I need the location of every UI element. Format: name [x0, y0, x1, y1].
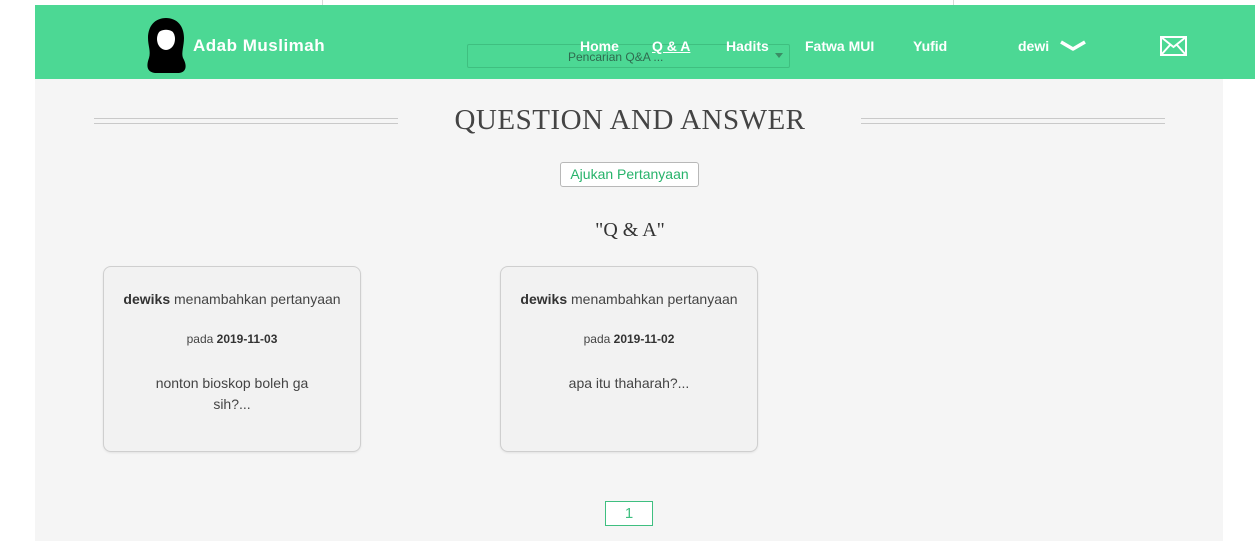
- user-menu[interactable]: dewi: [1018, 38, 1049, 54]
- card-date-prefix: pada: [583, 332, 611, 346]
- question-card[interactable]: dewiks menambahkan pertanyaan pada 2019-…: [500, 266, 758, 452]
- nav-yufid[interactable]: Yufid: [913, 38, 947, 54]
- chevron-down-icon[interactable]: [1060, 40, 1086, 52]
- card-question-text: nonton bioskop boleh ga sih?...: [155, 375, 309, 412]
- section-title: "Q & A": [595, 219, 665, 241]
- hijab-woman-icon[interactable]: [143, 16, 189, 74]
- card-question-text: apa itu thaharah?...: [568, 375, 690, 391]
- card-author: dewiks: [123, 291, 171, 307]
- envelope-icon[interactable]: [1160, 36, 1187, 56]
- page-title: QUESTION AND ANSWER: [454, 104, 806, 136]
- nav-qa[interactable]: Q & A: [652, 38, 690, 54]
- dropdown-caret-icon[interactable]: [775, 53, 783, 58]
- card-date: 2019-11-02: [613, 332, 675, 346]
- nav-home[interactable]: Home: [580, 38, 619, 54]
- card-date: 2019-11-03: [216, 332, 278, 346]
- heading-rule-right: [861, 118, 1165, 124]
- question-card[interactable]: dewiks menambahkan pertanyaan pada 2019-…: [103, 266, 361, 452]
- heading-rule-left: [94, 118, 398, 124]
- card-date-prefix: pada: [186, 332, 214, 346]
- ask-question-button[interactable]: Ajukan Pertanyaan: [560, 162, 699, 187]
- card-date-line: pada 2019-11-02: [501, 332, 757, 346]
- nav-hadits[interactable]: Hadits: [726, 38, 769, 54]
- card-author-line: dewiks menambahkan pertanyaan: [104, 291, 360, 307]
- card-author: dewiks: [520, 291, 568, 307]
- card-action: menambahkan pertanyaan: [174, 291, 341, 307]
- card-action: menambahkan pertanyaan: [571, 291, 738, 307]
- pagination-page-1[interactable]: 1: [605, 501, 653, 526]
- nav-fatwa-mui[interactable]: Fatwa MUI: [805, 38, 874, 54]
- brand-title[interactable]: Adab Muslimah: [193, 36, 325, 56]
- card-date-line: pada 2019-11-03: [104, 332, 360, 346]
- card-author-line: dewiks menambahkan pertanyaan: [501, 291, 757, 307]
